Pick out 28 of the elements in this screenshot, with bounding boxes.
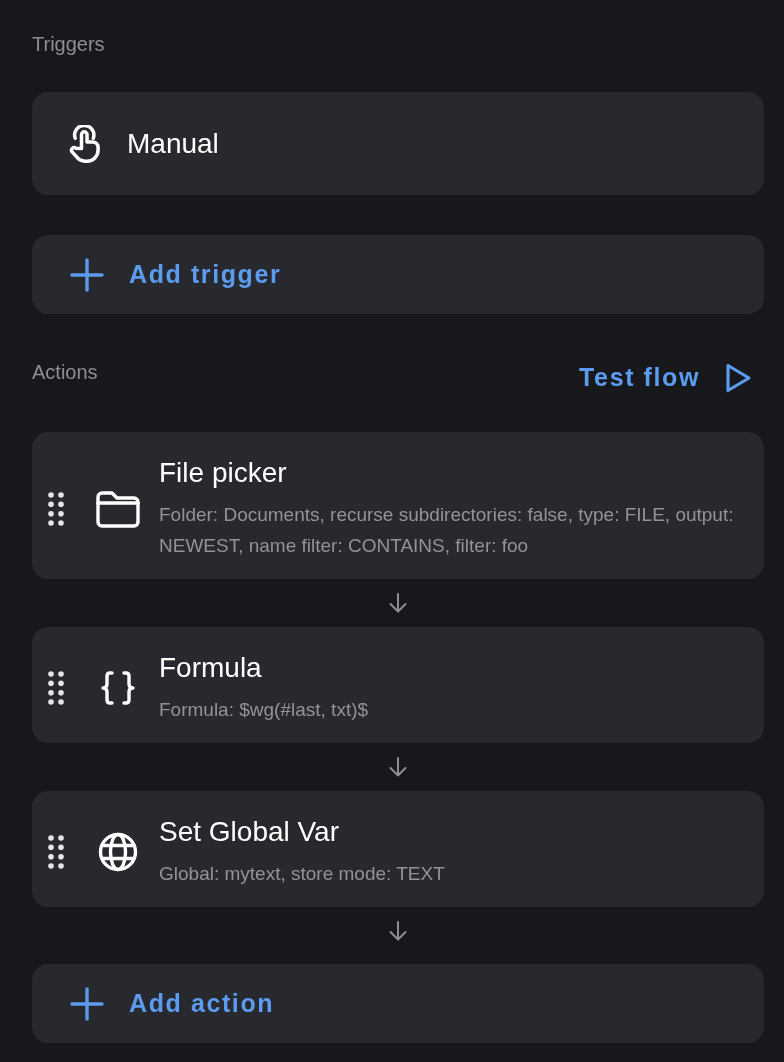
test-flow-button[interactable]: Test flow [571, 350, 764, 406]
globe-icon [98, 832, 138, 872]
plus-icon [70, 986, 104, 1021]
plus-icon [70, 257, 104, 292]
action-card[interactable]: Set Global Var Global: mytext, store mode: TEXT [32, 791, 764, 907]
action-card[interactable]: File picker Folder: Documents, recurse subdirectories: false, type: FILE, output: NEWEST, name filter: CONTAINS, filter: foo [32, 432, 764, 579]
down-arrow-icon [387, 757, 409, 777]
add-action-button[interactable]: Add action [32, 964, 764, 1043]
trigger-item[interactable]: Manual [32, 92, 764, 195]
drag-handle-icon[interactable] [48, 835, 64, 869]
action-card[interactable]: Formula Formula: $wg(#last, txt)$ [32, 627, 764, 743]
action-description: Global: mytext, store mode: TEXT [159, 862, 446, 886]
action-title: File picker [159, 456, 288, 490]
touch-icon [68, 124, 102, 163]
down-arrow-icon [387, 921, 409, 941]
drag-handle-icon[interactable] [48, 491, 64, 526]
action-title: Set Global Var [159, 815, 341, 849]
drag-handle-icon[interactable] [48, 671, 64, 705]
folder-icon [96, 489, 140, 528]
actions-heading: Actions [32, 360, 98, 383]
down-arrow-icon [387, 593, 409, 613]
action-description: Formula: $wg(#last, txt)$ [159, 698, 370, 722]
add-trigger-button[interactable]: Add trigger [32, 235, 764, 314]
action-title: Formula [159, 651, 263, 685]
action-description: Folder: Documents, recurse subdirectories: false, type: FILE, output: NEWEST, name filter: CONTAINS, filter: foo [159, 503, 735, 558]
braces-icon [99, 670, 137, 706]
triggers-heading: Triggers [32, 33, 106, 55]
play-icon [724, 362, 752, 394]
